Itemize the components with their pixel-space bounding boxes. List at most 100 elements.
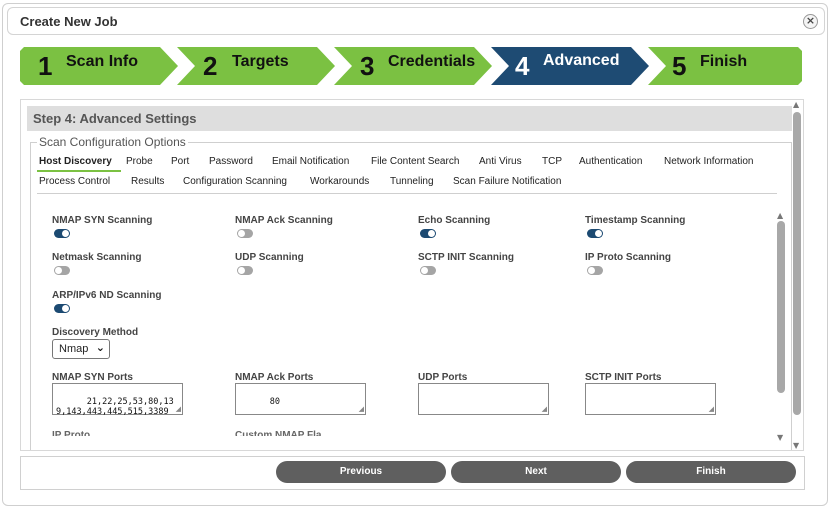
next-button[interactable]: Next	[451, 461, 621, 483]
wizard-step-number: 4	[515, 51, 530, 81]
toggle-arp-ipv6[interactable]	[54, 304, 70, 313]
wizard-steps: 1 Scan Info 2 Targets 3 Credentials 4 Ad…	[20, 47, 802, 85]
tab-port[interactable]: Port	[171, 156, 189, 167]
toggle-timestamp[interactable]	[587, 229, 603, 238]
scan-config-fieldset: Scan Configuration Options Host Discover…	[30, 135, 792, 451]
port-label-nmap-ack: NMAP Ack Ports	[235, 372, 314, 383]
wizard-step-number: 5	[672, 51, 687, 81]
nmap-syn-ports-input[interactable]: 21,22,25,53,80,139,143,443,445,515,3389 …	[52, 383, 183, 417]
discovery-method-label: Discovery Method	[52, 327, 139, 338]
wizard-step-scan-info[interactable]: 1 Scan Info	[20, 47, 178, 85]
wizard-step-advanced[interactable]: 4 Advanced	[491, 47, 649, 85]
inner-scrollbar[interactable]: ▲ ▼	[776, 211, 786, 451]
tab-tcp[interactable]: TCP	[542, 156, 562, 167]
finish-button[interactable]: Finish	[626, 461, 796, 483]
toggle-knob	[62, 230, 69, 237]
option-label-sctp-init: SCTP INIT Scanning	[418, 252, 514, 263]
dialog-title: Create New Job	[20, 14, 118, 29]
tab-scan-failure-notification[interactable]: Scan Failure Notification	[453, 176, 561, 187]
toggle-nmap-ack[interactable]	[237, 229, 253, 238]
toggle-knob	[595, 230, 602, 237]
option-label-arp-ipv6: ARP/IPv6 ND Scanning	[52, 290, 162, 301]
port-label-udp: UDP Ports	[418, 372, 468, 383]
dialog-footer: Previous Next Finish	[20, 456, 805, 490]
port-label-nmap-syn: NMAP SYN Ports	[52, 372, 133, 383]
wizard-step-label: Scan Info	[66, 53, 139, 70]
wizard-step-number: 1	[38, 51, 53, 81]
toggle-udp[interactable]	[237, 266, 253, 275]
tab-workarounds[interactable]: Workarounds	[310, 176, 369, 187]
wizard-step-label: Finish	[700, 53, 748, 70]
toggle-echo[interactable]	[420, 229, 436, 238]
resize-grip-icon[interactable]: ◢	[359, 404, 364, 414]
option-label-netmask: Netmask Scanning	[52, 252, 142, 263]
toggle-nmap-syn[interactable]	[54, 229, 70, 238]
tab-tunneling[interactable]: Tunneling	[390, 176, 434, 187]
tab-host-discovery[interactable]: Host Discovery	[39, 156, 112, 167]
nmap-ack-ports-value: 80	[269, 397, 280, 407]
tab-anti-virus[interactable]: Anti Virus	[479, 156, 522, 167]
scrollbar-thumb[interactable]	[793, 112, 801, 415]
wizard-step-finish[interactable]: 5 Finish	[648, 47, 802, 85]
previous-button[interactable]: Previous	[276, 461, 446, 483]
option-label-timestamp: Timestamp Scanning	[585, 215, 686, 226]
udp-ports-input[interactable]: ◢	[418, 383, 549, 415]
option-label-echo: Echo Scanning	[418, 215, 491, 226]
nmap-ack-ports-input[interactable]: 80 ◢	[235, 383, 366, 415]
tab-email-notification[interactable]: Email Notification	[272, 156, 349, 167]
outer-scrollbar[interactable]: ▲ ▼	[791, 100, 803, 450]
chevron-down-icon: ⌄	[95, 341, 105, 354]
content-panel: Step 4: Advanced Settings ▲ ▼ Scan Confi…	[20, 99, 804, 451]
close-icon[interactable]: ×	[803, 14, 818, 29]
tab-password[interactable]: Password	[209, 156, 253, 167]
discovery-method-value: Nmap	[59, 343, 89, 355]
resize-grip-icon[interactable]: ◢	[542, 404, 547, 414]
tab-configuration-scanning[interactable]: Configuration Scanning	[183, 176, 287, 187]
wizard-step-label: Credentials	[388, 53, 476, 70]
toggle-knob	[62, 305, 69, 312]
wizard-step-credentials[interactable]: 3 Credentials	[334, 47, 492, 85]
cut-off-label: IP Proto...	[52, 430, 99, 441]
tab-network-information[interactable]: Network Information	[664, 156, 753, 167]
option-label-ip-proto: IP Proto Scanning	[585, 252, 671, 263]
tabs-separator	[37, 193, 777, 194]
toggle-sctp-init[interactable]	[420, 266, 436, 275]
tab-probe[interactable]: Probe	[126, 156, 153, 167]
option-label-nmap-ack: NMAP Ack Scanning	[235, 215, 333, 226]
tab-results[interactable]: Results	[131, 176, 164, 187]
fieldset-legend: Scan Configuration Options	[37, 135, 188, 149]
resize-grip-icon[interactable]: ◢	[709, 404, 714, 414]
option-label-nmap-syn: NMAP SYN Scanning	[52, 215, 153, 226]
resize-grip-icon[interactable]: ◢	[176, 404, 181, 414]
wizard-step-label: Advanced	[543, 52, 620, 69]
tab-file-content-search[interactable]: File Content Search	[371, 156, 459, 167]
wizard-step-number: 3	[360, 51, 375, 81]
toggle-knob	[238, 230, 245, 237]
toggle-knob	[428, 230, 435, 237]
tab-authentication[interactable]: Authentication	[579, 156, 642, 167]
discovery-method-select[interactable]: Nmap ⌄	[52, 339, 110, 359]
scroll-up-icon[interactable]: ▲	[793, 100, 799, 109]
toggle-knob	[55, 267, 62, 274]
dialog-titlebar: Create New Job ×	[7, 7, 825, 35]
scrollbar-thumb[interactable]	[777, 221, 785, 393]
toggle-knob	[238, 267, 245, 274]
wizard-step-targets[interactable]: 2 Targets	[177, 47, 335, 85]
port-label-sctp-init: SCTP INIT Ports	[585, 372, 662, 383]
wizard-step-number: 2	[203, 51, 218, 81]
active-tab-indicator	[37, 170, 121, 172]
toggle-ip-proto[interactable]	[587, 266, 603, 275]
scroll-down-icon[interactable]: ▼	[793, 441, 799, 450]
option-label-udp: UDP Scanning	[235, 252, 304, 263]
scroll-down-icon[interactable]: ▼	[777, 433, 783, 442]
sctp-init-ports-input[interactable]: ◢	[585, 383, 716, 415]
toggle-knob	[588, 267, 595, 274]
cut-off-label: Custom NMAP Fla...	[235, 430, 330, 441]
scroll-up-icon[interactable]: ▲	[777, 211, 783, 220]
toggle-knob	[421, 267, 428, 274]
tab-process-control[interactable]: Process Control	[39, 176, 110, 187]
toggle-netmask[interactable]	[54, 266, 70, 275]
wizard-step-label: Targets	[232, 53, 289, 70]
nmap-syn-ports-value: 21,22,25,53,80,139,143,443,445,515,3389	[56, 397, 174, 417]
step-title: Step 4: Advanced Settings	[27, 106, 792, 131]
